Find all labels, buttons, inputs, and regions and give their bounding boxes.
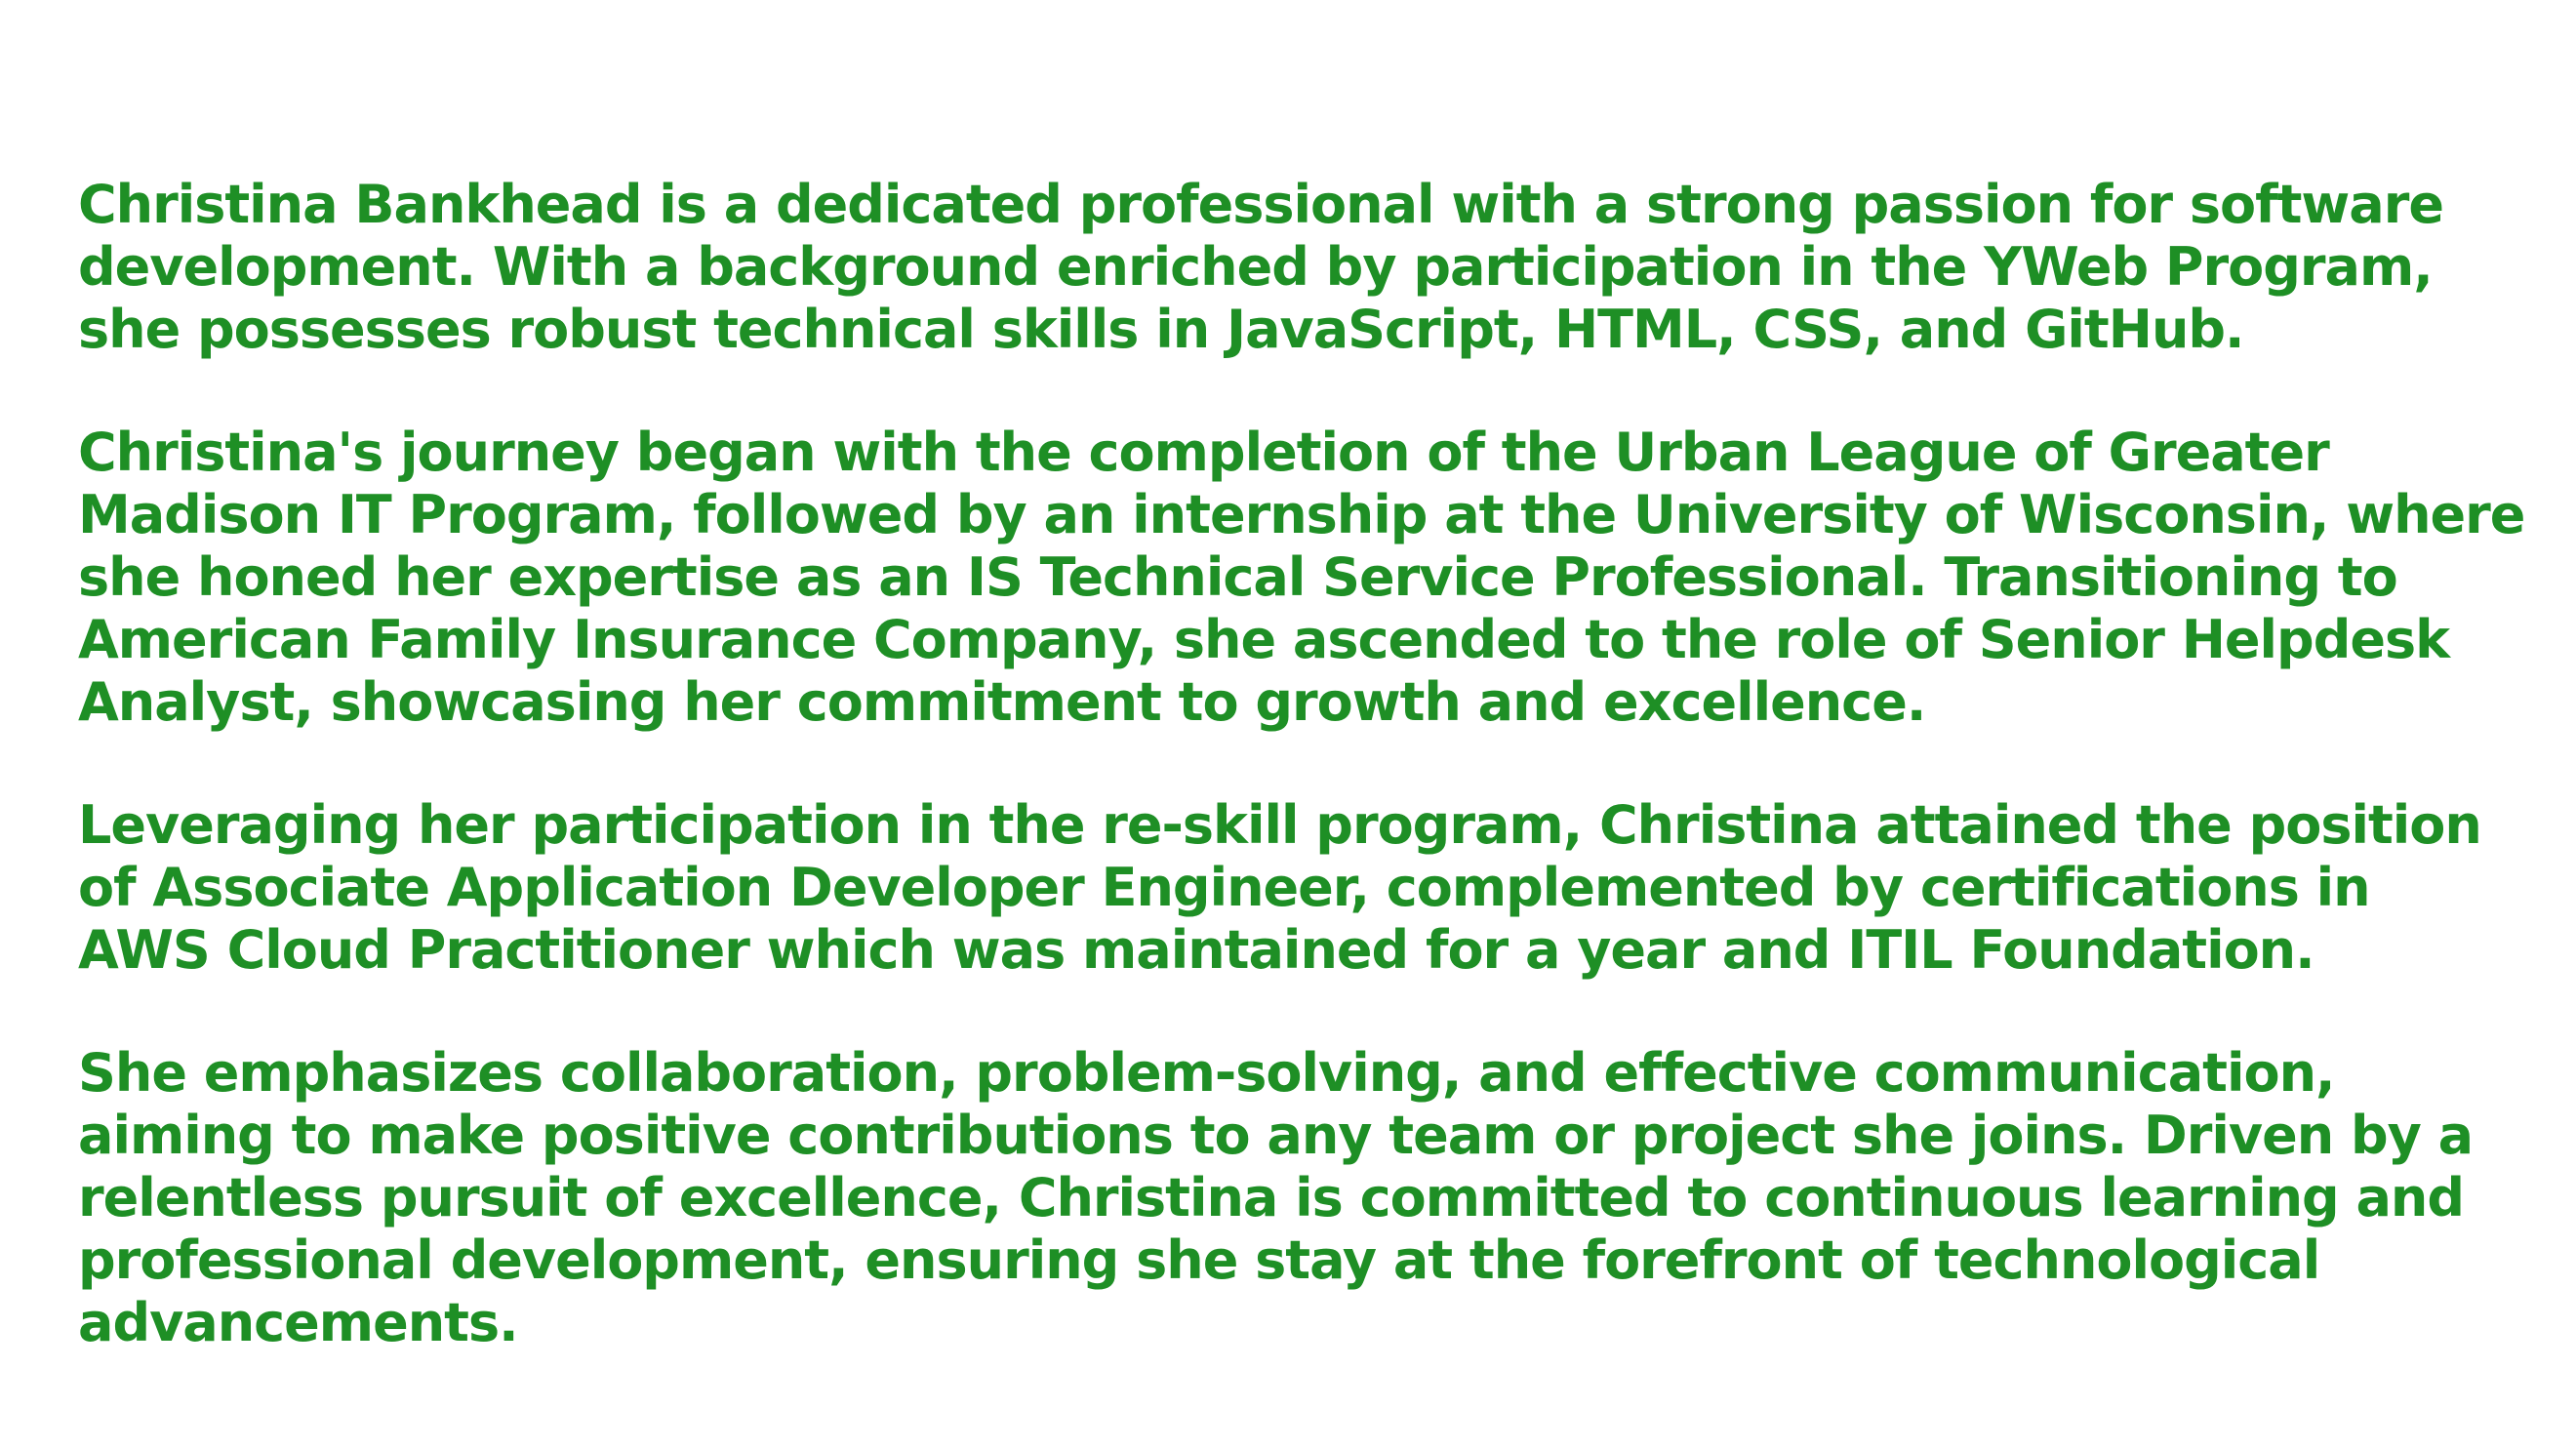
bio-paragraph-intro: Christina Bankhead is a dedicated profes… [78,174,2517,361]
text-line: development. With a background enriched … [78,236,2434,298]
text-line: of Associate Application Developer Engin… [78,857,2371,918]
text-line: Leveraging her participation in the re-s… [78,794,2482,856]
text-line: she honed her expertise as an IS Technic… [78,546,2398,608]
text-line: Christina Bankhead is a dedicated profes… [78,174,2444,235]
text-line: Madison IT Program, followed by an inter… [78,484,2525,545]
text-line: AWS Cloud Practitioner which was maintai… [78,919,2315,981]
text-line: relentless pursuit of excellence, Christ… [78,1167,2465,1228]
text-line: she possesses robust technical skills in… [78,299,2245,360]
text-line: Christina's journey began with the compl… [78,422,2330,483]
bio-paragraph-journey: Christina's journey began with the compl… [78,422,2525,734]
bio-paragraph-values: She emphasizes collaboration, problem-so… [78,1042,2517,1354]
text-line: aiming to make positive contributions to… [78,1105,2474,1166]
text-line: advancements. [78,1292,519,1353]
text-line: professional development, ensuring she s… [78,1229,2320,1291]
text-line: Analyst, showcasing her commitment to gr… [78,671,1926,733]
text-line: American Family Insurance Company, she a… [78,609,2450,670]
bio-paragraph-certifications: Leveraging her participation in the re-s… [78,794,2517,982]
text-line: She emphasizes collaboration, problem-so… [78,1042,2336,1104]
bio-text-block: Christina Bankhead is a dedicated profes… [78,174,2525,1354]
